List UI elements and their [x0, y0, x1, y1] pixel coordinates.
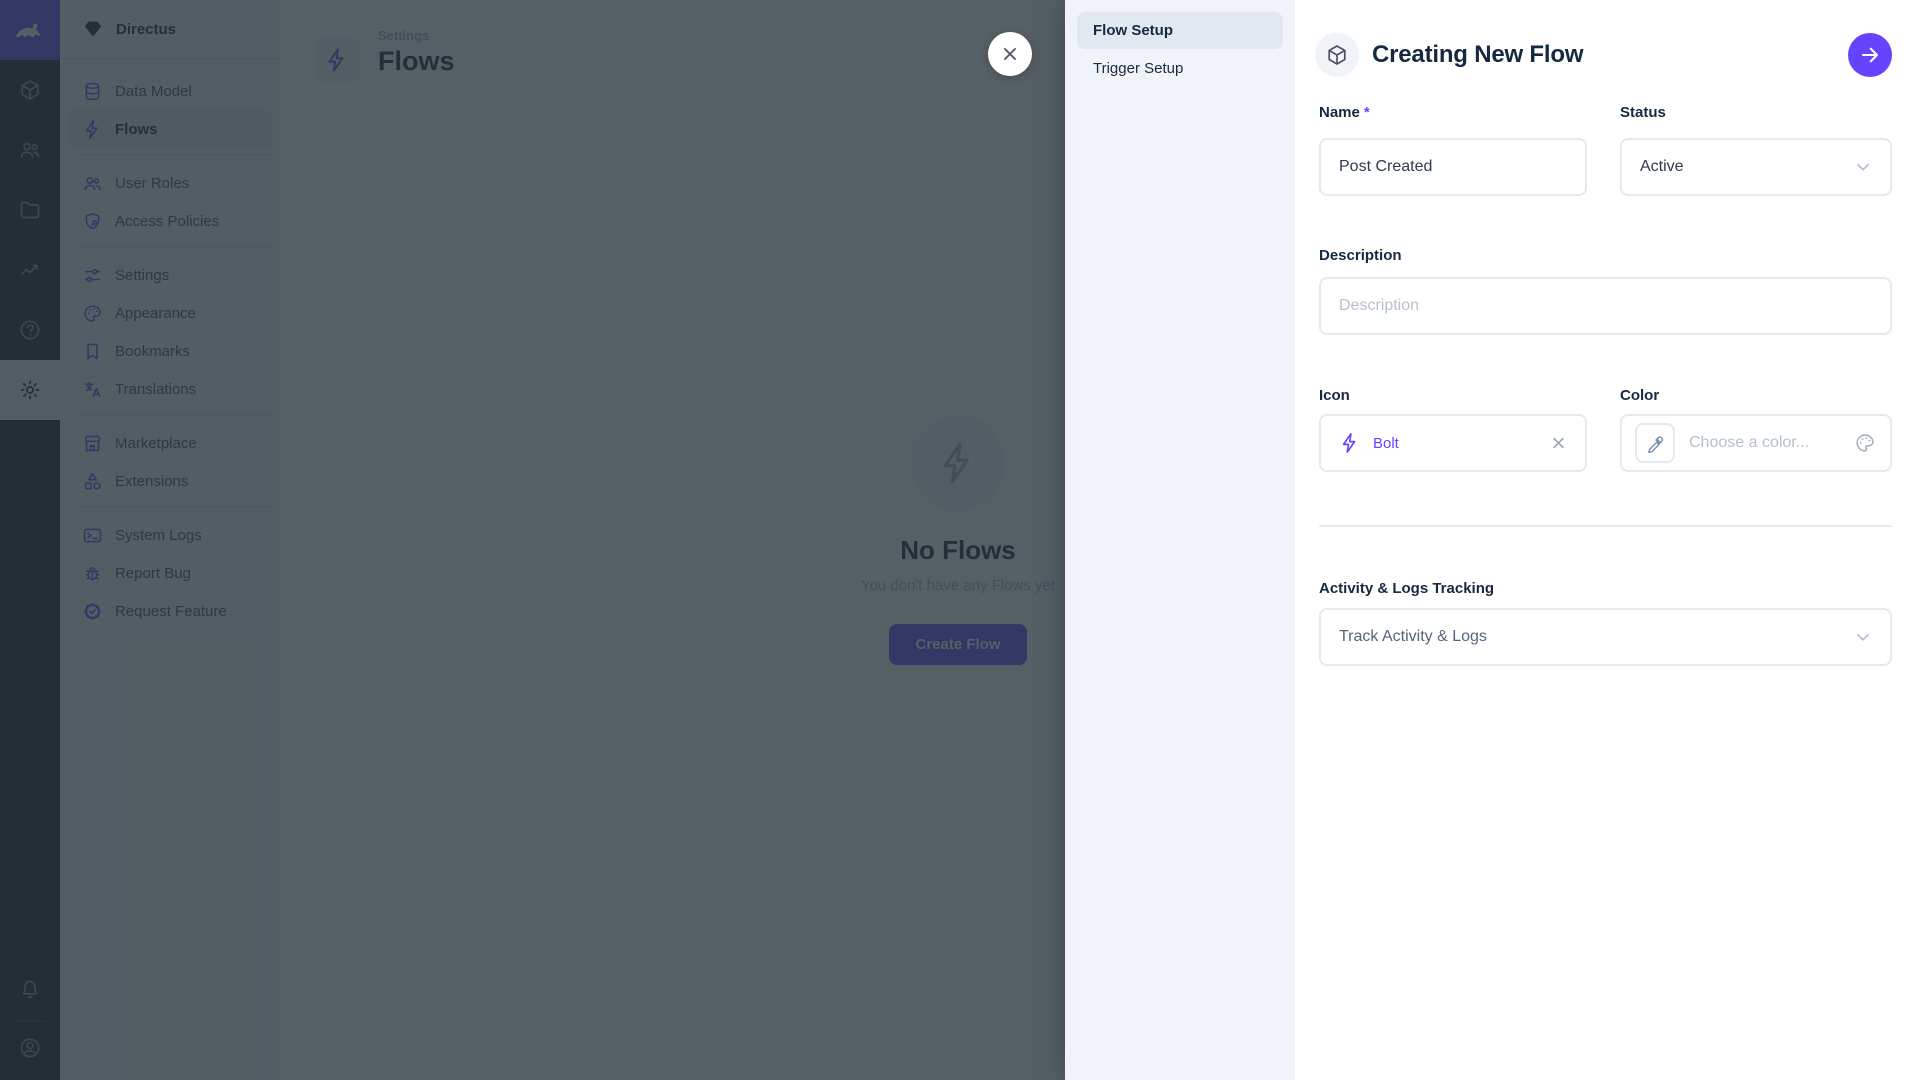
tracking-value: Track Activity & Logs: [1339, 628, 1487, 646]
drawer-content: Creating New Flow Name* Status Active De…: [1295, 0, 1920, 1080]
name-input[interactable]: [1319, 138, 1587, 196]
status-label: Status: [1620, 104, 1666, 121]
drawer-tab-flow-setup[interactable]: Flow Setup: [1077, 12, 1283, 49]
clear-icon-button[interactable]: [1548, 433, 1569, 454]
required-asterisk: *: [1364, 104, 1370, 121]
palette-icon[interactable]: [1854, 432, 1876, 454]
close-icon: [998, 42, 1022, 66]
color-placeholder: Choose a color...: [1689, 434, 1809, 452]
form-divider: [1319, 525, 1892, 527]
arrow-right-icon: [1858, 43, 1882, 67]
bolt-icon: [1339, 432, 1361, 454]
chevron-down-icon: [1852, 156, 1874, 178]
color-label: Color: [1620, 387, 1659, 404]
icon-select[interactable]: Bolt: [1319, 414, 1587, 472]
status-select[interactable]: Active: [1620, 138, 1892, 196]
drawer-header-icon-circle: [1315, 33, 1359, 77]
icon-value: Bolt: [1373, 435, 1399, 452]
tracking-label: Activity & Logs Tracking: [1319, 580, 1494, 597]
chevron-down-icon: [1852, 626, 1874, 648]
name-label: Name*: [1319, 104, 1370, 121]
color-swatch-button[interactable]: [1635, 423, 1675, 463]
eyedropper-icon: [1645, 433, 1666, 454]
drawer-navigation: Flow Setup Trigger Setup: [1065, 0, 1295, 1080]
drawer-close-button[interactable]: [988, 32, 1032, 76]
drawer-next-button[interactable]: [1848, 33, 1892, 77]
box-icon: [1325, 43, 1349, 67]
description-input[interactable]: [1319, 277, 1892, 335]
close-icon: [1548, 433, 1569, 454]
drawer-tab-trigger-setup[interactable]: Trigger Setup: [1077, 50, 1283, 87]
tracking-select[interactable]: Track Activity & Logs: [1319, 608, 1892, 666]
drawer-overlay[interactable]: [0, 0, 1065, 1080]
description-label: Description: [1319, 247, 1402, 264]
color-input[interactable]: Choose a color...: [1620, 414, 1892, 472]
directus-app: Directus Data Model Flows User Roles Acc…: [0, 0, 1920, 1080]
status-value: Active: [1640, 158, 1684, 176]
drawer-title: Creating New Flow: [1372, 41, 1583, 69]
icon-label: Icon: [1319, 387, 1350, 404]
create-flow-drawer: Flow Setup Trigger Setup Creating New Fl…: [1065, 0, 1920, 1080]
